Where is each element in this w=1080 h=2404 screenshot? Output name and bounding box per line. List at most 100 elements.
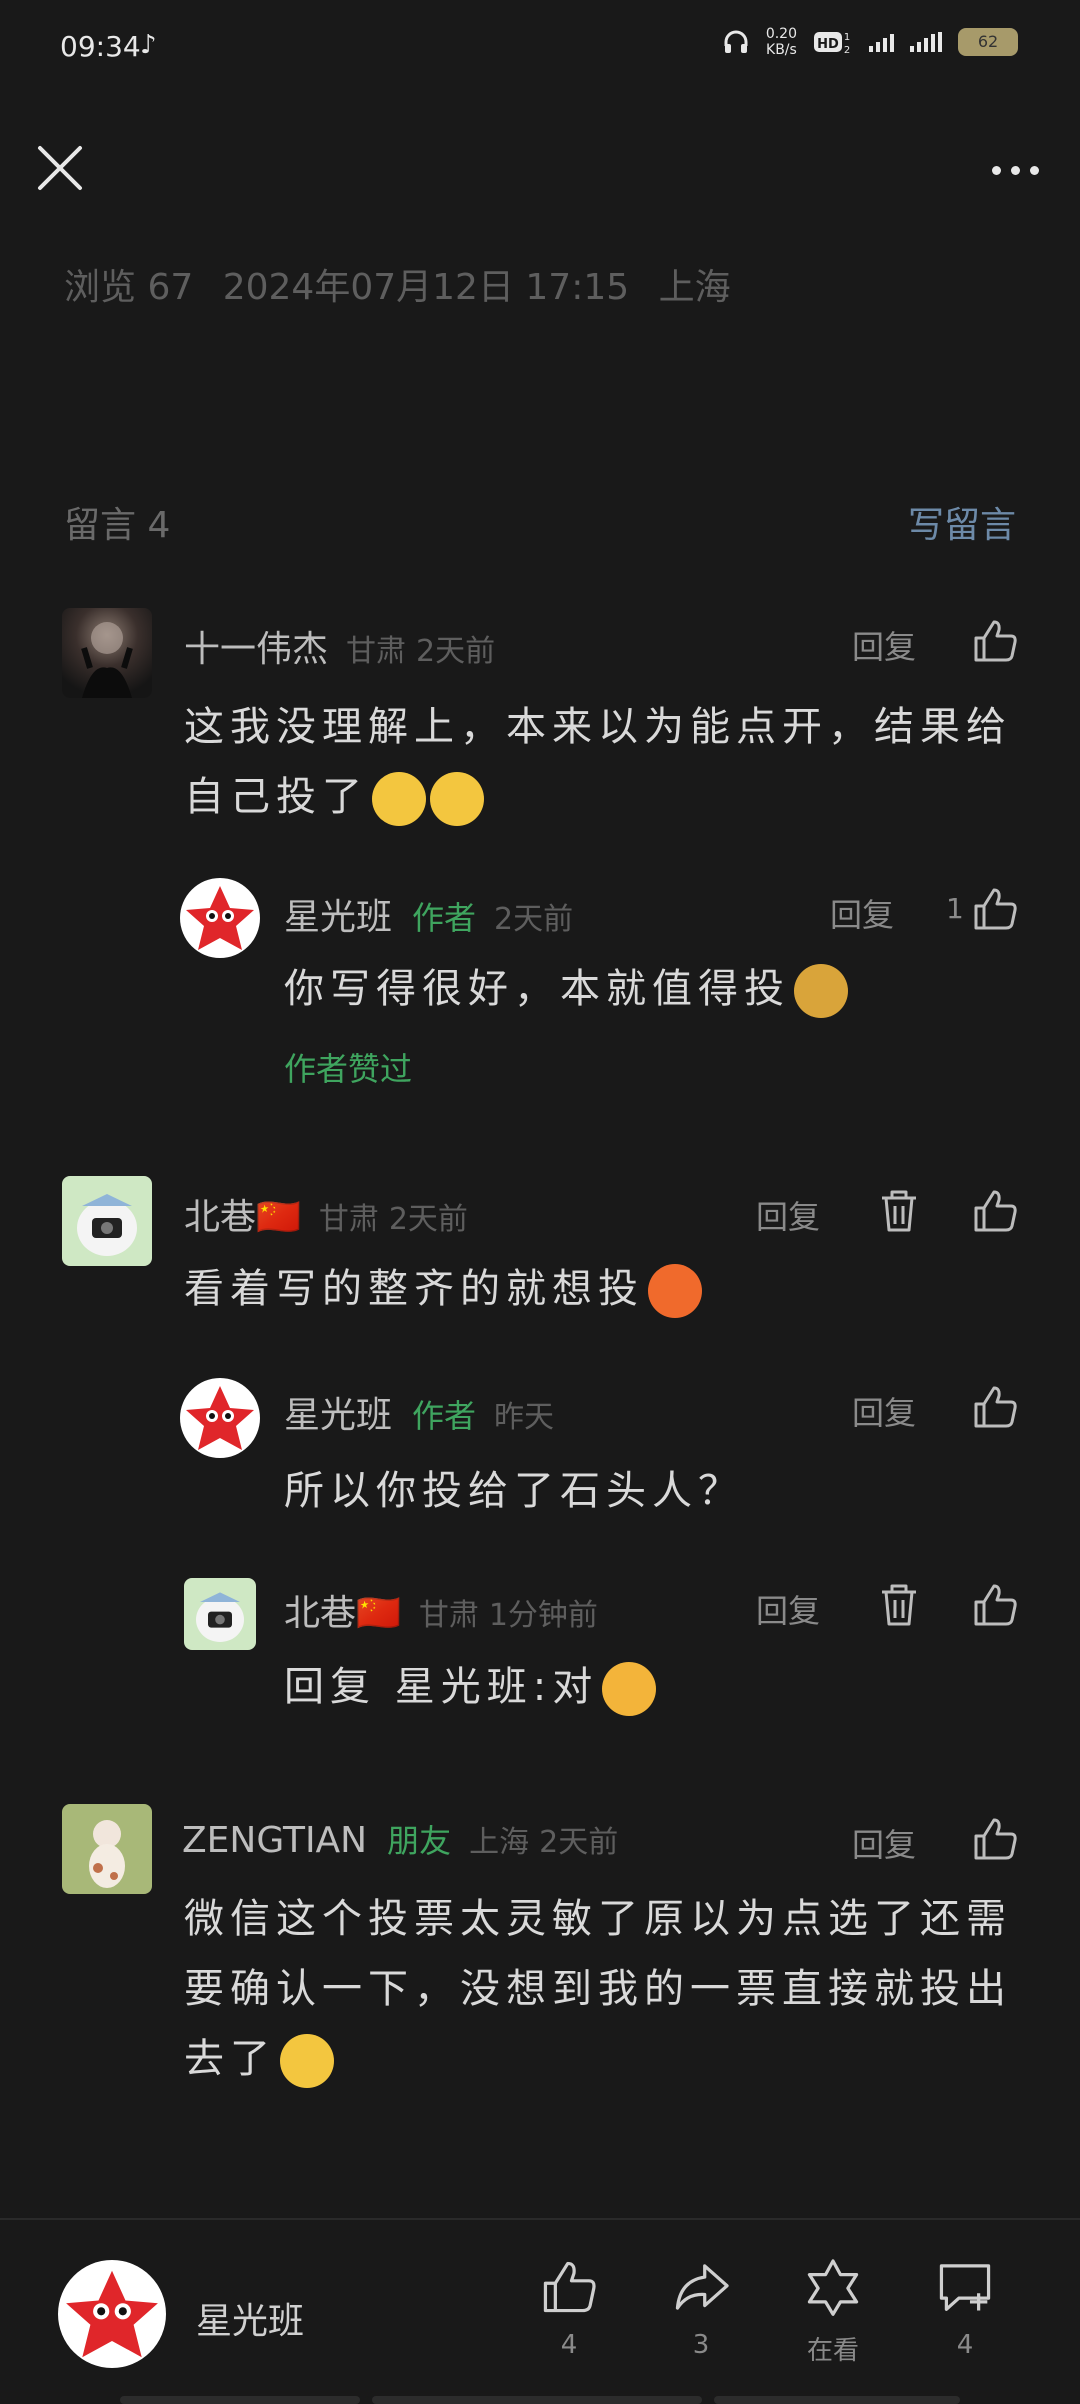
like-icon[interactable] bbox=[970, 1382, 1020, 1432]
sweat-face-emoji bbox=[648, 1264, 702, 1318]
status-time: 09:34 bbox=[60, 30, 141, 63]
svg-text:2: 2 bbox=[844, 45, 850, 56]
reply-text: 回复 星光班:对 bbox=[284, 1652, 1024, 1722]
comment-location: 上海 bbox=[469, 1825, 530, 1860]
comment-location: 甘肃 bbox=[346, 634, 407, 669]
net-speed-value: 0.20 bbox=[765, 26, 797, 42]
replier-name[interactable]: 星光班 bbox=[284, 897, 392, 938]
pleading-face-emoji bbox=[280, 2034, 334, 2088]
comment-button[interactable]: 4 bbox=[920, 2256, 1010, 2360]
reply-header: 北巷🇨🇳 甘肃 1分钟前 bbox=[284, 1584, 598, 1636]
replier-name[interactable]: 星光班 bbox=[284, 1395, 392, 1436]
write-comment-button[interactable]: 写留言 bbox=[908, 496, 1016, 548]
comment-text: 微信这个投票太灵敏了原以为点选了还需要确认一下，没想到我的一票直接就投出去了 bbox=[184, 1884, 1034, 2094]
reply-header: 星光班 作者 昨天 bbox=[284, 1386, 554, 1438]
net-speed-unit: KB/s bbox=[766, 42, 797, 58]
svg-text:HD: HD bbox=[817, 37, 839, 52]
share-icon bbox=[675, 2264, 729, 2310]
like-icon[interactable] bbox=[970, 884, 1020, 934]
comment-header: 十一伟杰 甘肃 2天前 bbox=[184, 620, 495, 672]
author-tag: 作者 bbox=[412, 899, 477, 937]
avatar[interactable] bbox=[62, 1804, 152, 1894]
top-bar bbox=[0, 130, 1080, 210]
reply-time: 昨天 bbox=[494, 1400, 555, 1435]
gesture-bar bbox=[120, 2396, 360, 2404]
reply-button[interactable]: 回复 bbox=[852, 1820, 916, 1866]
like-button[interactable]: 4 bbox=[524, 2256, 614, 2360]
comment-text: 这我没理解上，本来以为能点开，结果给自己投了 bbox=[184, 692, 1024, 832]
net-speed: 0.20 KB/s bbox=[766, 26, 797, 58]
avatar[interactable] bbox=[184, 1578, 256, 1650]
like-count: 1 bbox=[946, 892, 964, 925]
hd-icon: HD 1 2 bbox=[814, 32, 850, 56]
comment-time: 2天前 bbox=[416, 634, 496, 669]
author-liked-label: 作者赞过 bbox=[284, 1050, 413, 1088]
share-button[interactable]: 3 bbox=[656, 2256, 746, 2360]
reply-button[interactable]: 回复 bbox=[756, 1192, 820, 1238]
signal-5g-icon bbox=[910, 32, 942, 52]
gesture-bar bbox=[714, 2396, 960, 2404]
like-icon[interactable] bbox=[970, 1580, 1020, 1630]
headphones-icon bbox=[724, 30, 748, 53]
article-meta: 浏览 67 2024年07月12日 17:15 上海 bbox=[64, 258, 749, 310]
reply-time: 2天前 bbox=[494, 902, 574, 937]
account-name[interactable]: 星光班 bbox=[196, 2292, 304, 2344]
comments-count: 留言 4 bbox=[64, 505, 171, 546]
avatar[interactable] bbox=[62, 1176, 152, 1266]
avatar[interactable] bbox=[180, 1378, 260, 1458]
woozy-face-emoji bbox=[372, 772, 426, 826]
commenter-name[interactable]: 北巷🇨🇳 bbox=[184, 1197, 301, 1238]
svg-text:1: 1 bbox=[844, 32, 850, 43]
reply-text: 你写得很好，本就值得投 bbox=[284, 954, 1024, 1024]
commenter-name[interactable]: 十一伟杰 bbox=[184, 629, 328, 670]
commenter-name[interactable]: ZENGTIAN bbox=[182, 1820, 367, 1861]
comment-icon bbox=[939, 2264, 991, 2311]
reply-time: 1分钟前 bbox=[488, 1598, 598, 1633]
reply-header: 星光班 作者 2天前 bbox=[284, 888, 573, 940]
view-count: 浏览 67 bbox=[64, 267, 194, 308]
like-icon[interactable] bbox=[970, 1814, 1020, 1864]
like-icon[interactable] bbox=[970, 1186, 1020, 1236]
comment-text: 看着写的整齐的就想投 bbox=[184, 1254, 1024, 1324]
like-icon[interactable] bbox=[970, 616, 1020, 666]
publish-date: 2024年07月12日 17:15 bbox=[222, 267, 630, 308]
friend-tag: 朋友 bbox=[387, 1822, 452, 1860]
comment-header: 北巷🇨🇳 甘肃 2天前 bbox=[184, 1188, 468, 1240]
woozy-face-emoji bbox=[430, 772, 484, 826]
reply-button[interactable]: 回复 bbox=[830, 890, 894, 936]
reply-button[interactable]: 回复 bbox=[756, 1586, 820, 1632]
music-note-icon: ♪ bbox=[140, 30, 157, 60]
reply-location: 甘肃 bbox=[418, 1598, 479, 1633]
avatar[interactable] bbox=[62, 608, 152, 698]
delete-icon[interactable] bbox=[874, 1580, 924, 1630]
reply-text: 所以你投给了石头人？ bbox=[284, 1468, 744, 1514]
publish-location: 上海 bbox=[658, 267, 731, 308]
reply-button[interactable]: 回复 bbox=[852, 622, 916, 668]
sunglasses-emoji bbox=[794, 964, 848, 1018]
watching-icon bbox=[807, 2259, 859, 2316]
author-tag: 作者 bbox=[412, 1397, 477, 1435]
close-icon[interactable] bbox=[30, 138, 90, 198]
reply-button[interactable]: 回复 bbox=[852, 1388, 916, 1434]
comment-count: 4 bbox=[956, 2330, 974, 2360]
gesture-bar bbox=[372, 2396, 702, 2404]
status-bar: 09:34 ♪ 0.20 KB/s HD 1 2 62 bbox=[0, 0, 1080, 96]
status-icons: 0.20 KB/s HD 1 2 62 bbox=[722, 26, 1018, 58]
comment-location: 甘肃 bbox=[318, 1202, 379, 1237]
like-count: 4 bbox=[560, 2330, 578, 2360]
battery-icon: 62 bbox=[958, 28, 1018, 56]
signal-4g-icon bbox=[869, 32, 894, 52]
more-icon[interactable] bbox=[980, 150, 1050, 190]
avatar[interactable] bbox=[180, 878, 260, 958]
watching-label: 在看 bbox=[806, 2336, 859, 2366]
share-count: 3 bbox=[692, 2330, 710, 2360]
comment-header: ZENGTIAN 朋友 上海 2天前 bbox=[182, 1816, 618, 1862]
bottom-bar: 星光班 4 3 在看 4 bbox=[0, 2218, 1080, 2404]
delete-icon[interactable] bbox=[874, 1186, 924, 1236]
watching-button[interactable]: 在看 bbox=[788, 2256, 878, 2367]
winking-tongue-emoji bbox=[602, 1662, 657, 1716]
account-avatar[interactable] bbox=[58, 2260, 166, 2368]
replier-name[interactable]: 北巷🇨🇳 bbox=[284, 1593, 401, 1634]
comment-time: 2天前 bbox=[539, 1825, 619, 1860]
like-icon bbox=[543, 2261, 596, 2313]
